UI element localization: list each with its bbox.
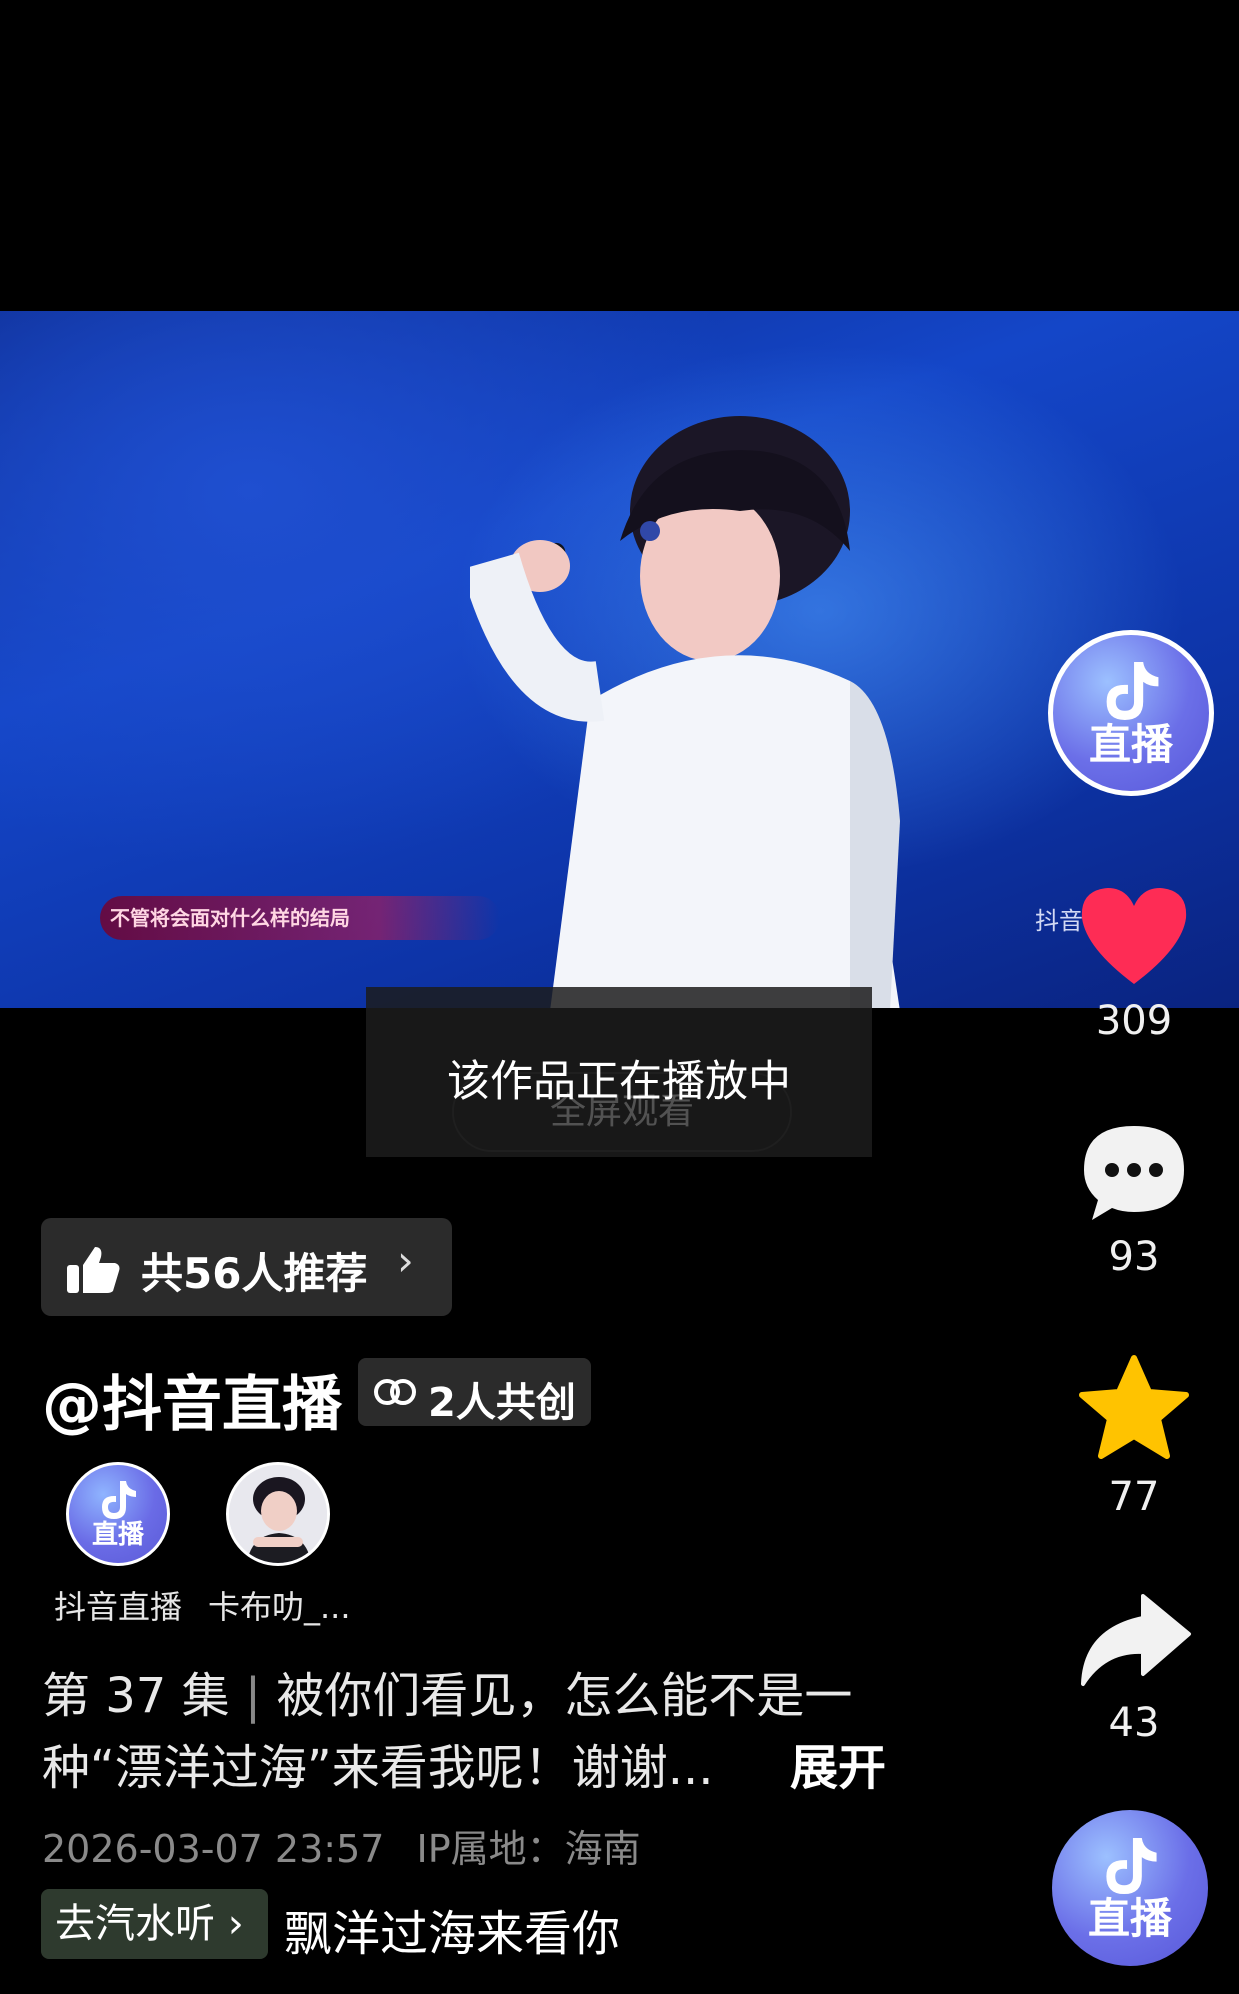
- video-player[interactable]: 不管将会面对什么样的结局 抖音: [0, 311, 1239, 1008]
- qishui-music-button[interactable]: 去汽水听 ›: [41, 1889, 268, 1959]
- douyin-logo-icon: [1106, 662, 1159, 720]
- description-line-2: 种“漂洋过海”来看我呢！谢谢...: [42, 1740, 714, 1796]
- douyin-logo-icon: [102, 1481, 136, 1519]
- chevron-right-icon: ›: [397, 1236, 414, 1285]
- like-count: 309: [1095, 998, 1173, 1044]
- lyric-caption: 不管将会面对什么样的结局: [100, 896, 500, 940]
- music-title[interactable]: 飘洋过海来看你: [284, 1894, 620, 1964]
- like-button[interactable]: 309: [1074, 884, 1194, 1044]
- cocreate-label: 2人共创: [428, 1380, 576, 1426]
- creator-photo: [229, 1465, 327, 1563]
- douyin-logo-icon: [1106, 1837, 1157, 1895]
- recommend-chip[interactable]: 共56人推荐 ›: [41, 1218, 452, 1316]
- creator-item[interactable]: 卡布叻_...: [208, 1462, 351, 1628]
- comment-count: 93: [1108, 1234, 1160, 1280]
- expand-button[interactable]: 展开: [790, 1732, 886, 1804]
- star-icon: [1079, 1355, 1189, 1459]
- creator-name: 抖音直播: [53, 1588, 182, 1626]
- performer-image: [470, 416, 900, 1008]
- comment-button[interactable]: 93: [1074, 1120, 1194, 1280]
- cocreate-chip[interactable]: 2人共创: [358, 1358, 591, 1426]
- live-avatar-button[interactable]: 直播: [1048, 630, 1214, 796]
- share-button[interactable]: 43: [1074, 1590, 1194, 1746]
- thumbs-up-icon: [67, 1247, 120, 1293]
- description-line-1: 被你们看见，怎么能不是一: [276, 1668, 853, 1724]
- link-icon: [374, 1379, 416, 1405]
- live-entry-button[interactable]: 直播: [1052, 1810, 1208, 1966]
- author-handle[interactable]: @抖音直播: [42, 1356, 342, 1443]
- playing-message: 该作品正在播放中: [447, 1057, 791, 1107]
- live-badge-text: 直播: [1087, 1894, 1172, 1943]
- favorite-count: 77: [1108, 1474, 1160, 1520]
- video-description[interactable]: 第 37 集 | 被你们看见，怎么能不是一 种“漂洋过海”来看我呢！谢谢... …: [42, 1660, 902, 1804]
- episode-label: 第 37 集: [42, 1668, 230, 1724]
- comment-icon: [1084, 1126, 1184, 1220]
- live-badge-text: 直播: [1088, 720, 1173, 769]
- share-arrow-icon: [1081, 1594, 1191, 1686]
- episode-separator: |: [244, 1668, 262, 1724]
- post-meta: 2026-03-07 23:57 IP属地：海南: [42, 1818, 641, 1873]
- ip-location: IP属地：海南: [416, 1827, 641, 1871]
- heart-icon: [1081, 888, 1187, 984]
- avatar: [226, 1462, 330, 1566]
- avatar: 直播: [66, 1462, 170, 1566]
- live-badge-text: 直播: [91, 1520, 144, 1550]
- favorite-button[interactable]: 77: [1074, 1354, 1194, 1520]
- recommend-label: 共56人推荐: [141, 1249, 368, 1298]
- creator-name: 卡布叻_...: [208, 1588, 351, 1626]
- post-datetime: 2026-03-07 23:57: [42, 1827, 385, 1871]
- now-playing-overlay: 全屏观看 该作品正在播放中: [366, 987, 872, 1157]
- chevron-right-icon: ›: [227, 1901, 244, 1947]
- share-count: 43: [1108, 1700, 1160, 1746]
- creator-item[interactable]: 直播 抖音直播: [48, 1462, 188, 1628]
- music-tag-label: 去汽水听: [55, 1901, 215, 1947]
